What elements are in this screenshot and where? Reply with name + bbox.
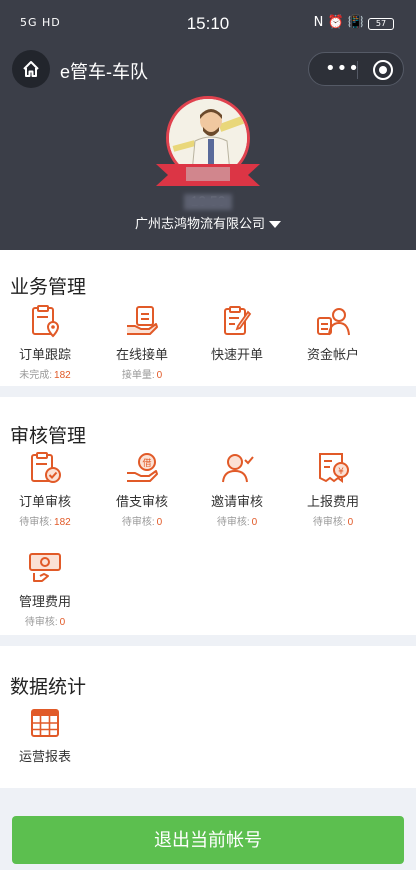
stats-section: 数据统计 运营报表 bbox=[0, 646, 416, 788]
company-selector[interactable]: 广州志鸿物流有限公司 bbox=[0, 213, 416, 232]
account-user-icon bbox=[317, 308, 350, 336]
order-location-icon bbox=[32, 305, 60, 338]
svg-text:¥: ¥ bbox=[338, 467, 344, 477]
order-check-icon bbox=[31, 452, 61, 483]
item-counter: 待审核: 0 bbox=[312, 517, 354, 528]
order-audit-item[interactable]: 订单审核 待审核: 182 bbox=[0, 451, 90, 533]
item-label: 在线接单 bbox=[115, 347, 168, 362]
clipboard-pen-icon bbox=[224, 306, 252, 335]
audit-section: 审核管理 订单审核 待审核: 182 借 借支审核 待审核: 0 邀请审核 待审核:… bbox=[0, 397, 416, 635]
battery-icon: 57 bbox=[368, 18, 394, 30]
nav-bar: e管车-车队 ••• bbox=[0, 50, 416, 90]
section-title: 业务管理 bbox=[10, 277, 87, 298]
item-counter: 未完成: 182 bbox=[19, 370, 71, 381]
section-title: 审核管理 bbox=[10, 426, 87, 447]
loan-audit-item[interactable]: 借 借支审核 待审核: 0 bbox=[97, 451, 187, 533]
fund-account-item[interactable]: 资金帐户 bbox=[288, 304, 378, 384]
item-label: 上报费用 bbox=[306, 494, 359, 509]
item-label: 管理费用 bbox=[18, 594, 71, 609]
item-counter: 待审核: 182 bbox=[19, 517, 71, 528]
profile-header: 5G HD 15:10 N ⏰ 📳 57 e管车-车队 ••• 广州志鸿物流有限… bbox=[0, 0, 416, 250]
company-name: 广州志鸿物流有限公司 bbox=[134, 216, 265, 231]
calendar-grid-icon bbox=[31, 709, 59, 737]
item-label: 运营报表 bbox=[18, 749, 71, 764]
business-section: 业务管理 订单跟踪 未完成: 182 在线接单 接单量: 0 快速开单 资金帐户 bbox=[0, 250, 416, 386]
item-label: 订单审核 bbox=[18, 494, 71, 509]
chevron-down-icon bbox=[269, 221, 281, 229]
ribbon-name-plate bbox=[186, 167, 230, 181]
status-bar: 5G HD 15:10 N ⏰ 📳 57 bbox=[0, 0, 416, 50]
item-label: 邀请审核 bbox=[210, 494, 263, 509]
item-counter: 待审核: 0 bbox=[121, 517, 163, 528]
hand-clipboard-icon bbox=[127, 306, 158, 335]
online-accept-item[interactable]: 在线接单 接单量: 0 bbox=[97, 304, 187, 384]
management-expense-item[interactable]: 管理费用 待审核: 0 bbox=[0, 551, 90, 633]
capsule-divider bbox=[357, 61, 358, 79]
item-counter: 待审核: 0 bbox=[24, 617, 66, 628]
loan-hand-icon: 借 bbox=[127, 453, 158, 482]
close-target-button[interactable] bbox=[373, 60, 393, 80]
svg-text:借: 借 bbox=[142, 457, 151, 469]
item-counter: 接单量: 0 bbox=[121, 370, 163, 381]
report-expense-item[interactable]: ¥ 上报费用 待审核: 0 bbox=[288, 451, 378, 533]
item-label: 资金帐户 bbox=[306, 347, 359, 362]
user-check-icon bbox=[222, 454, 254, 483]
operation-report-item[interactable]: 运营报表 bbox=[0, 706, 90, 766]
invite-audit-item[interactable]: 邀请审核 待审核: 0 bbox=[192, 451, 282, 533]
cash-hand-icon bbox=[29, 553, 61, 582]
quick-order-item[interactable]: 快速开单 bbox=[192, 304, 282, 384]
mini-program-capsule: ••• bbox=[308, 52, 404, 86]
status-icons: N ⏰ 📳 bbox=[313, 15, 364, 30]
item-label: 快速开单 bbox=[210, 347, 263, 362]
more-button[interactable]: ••• bbox=[325, 58, 360, 79]
page-title: e管车-车队 bbox=[60, 62, 149, 82]
order-tracking-item[interactable]: 订单跟踪 未完成: 182 bbox=[0, 304, 90, 384]
logout-button[interactable]: 退出当前帐号 bbox=[12, 816, 404, 864]
home-button[interactable] bbox=[12, 50, 50, 88]
home-icon bbox=[23, 61, 39, 77]
item-counter: 待审核: 0 bbox=[216, 517, 258, 528]
section-title: 数据统计 bbox=[10, 677, 87, 698]
item-label: 借支审核 bbox=[115, 494, 168, 509]
receipt-yen-icon: ¥ bbox=[319, 453, 349, 483]
phone-redaction bbox=[184, 194, 232, 210]
item-label: 订单跟踪 bbox=[18, 347, 71, 362]
